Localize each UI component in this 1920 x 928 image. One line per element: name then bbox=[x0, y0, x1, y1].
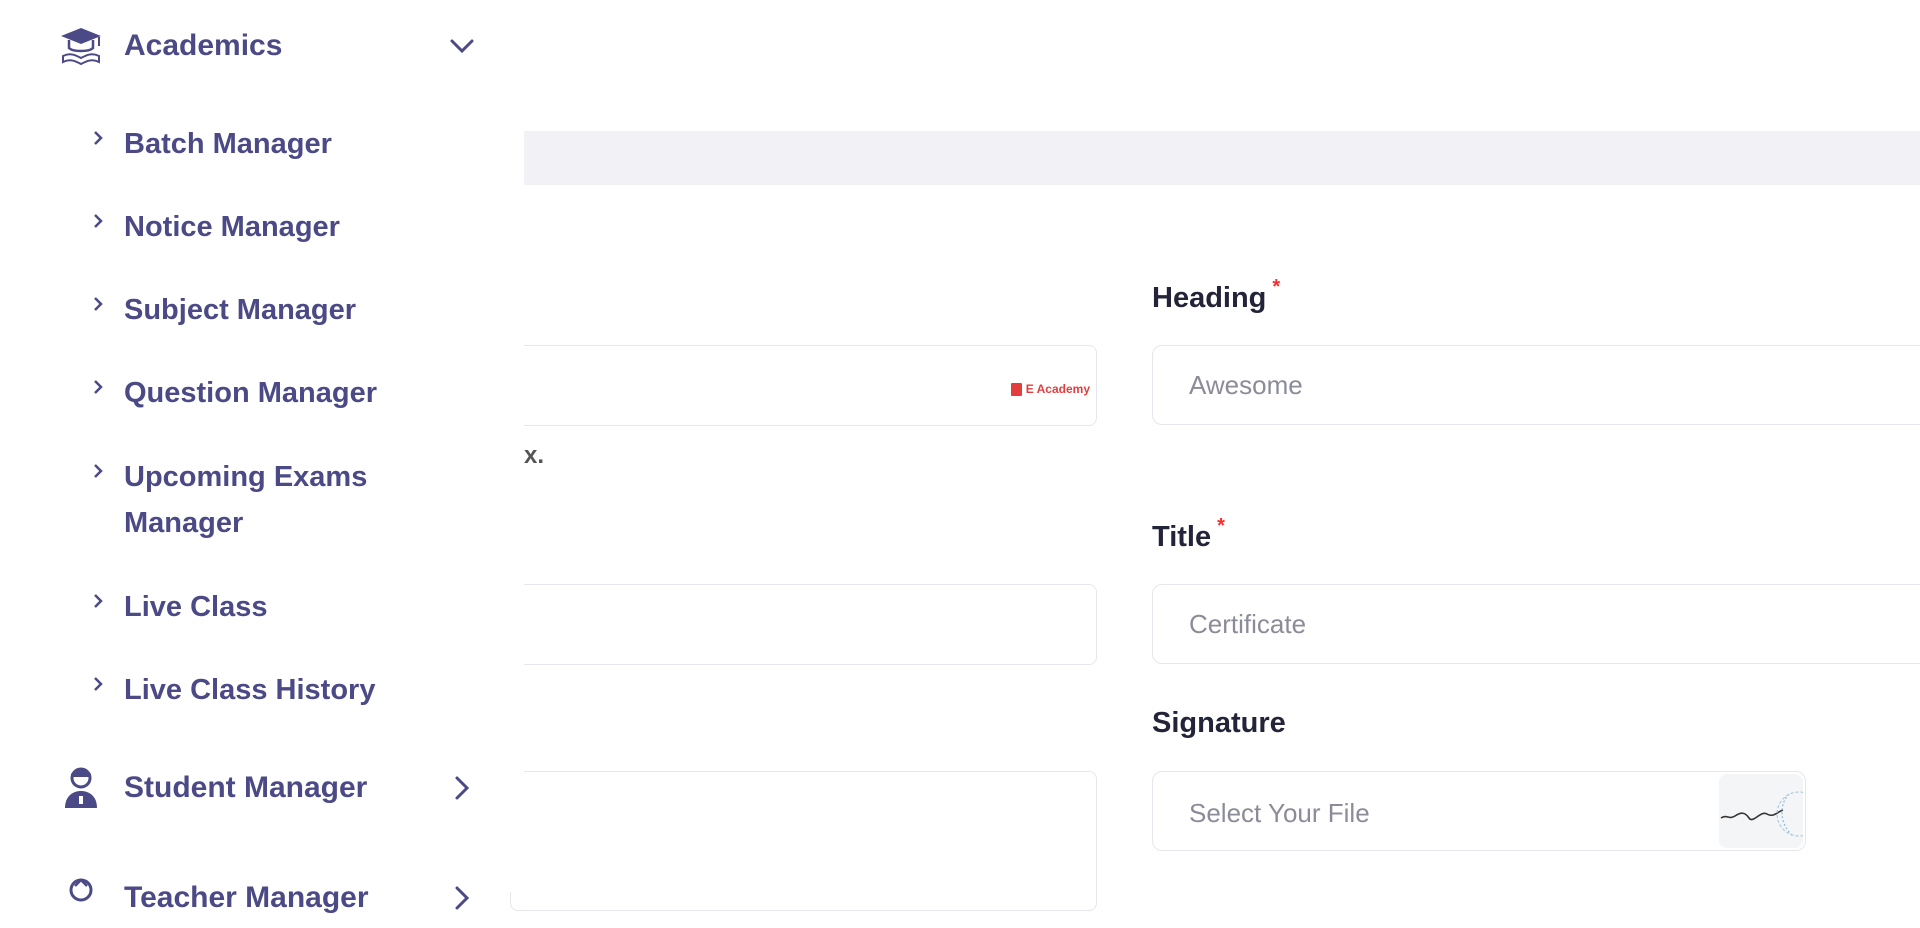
chevron-right-icon bbox=[88, 121, 108, 155]
brand-logo: E Academy bbox=[1010, 382, 1090, 396]
chevron-right-icon bbox=[88, 287, 108, 321]
sidebar-subitem-label: Live Class History bbox=[124, 674, 376, 706]
chevron-right-icon bbox=[88, 454, 108, 488]
left-field-3[interactable] bbox=[510, 771, 1097, 911]
signature-label: Signature bbox=[1152, 707, 1286, 739]
chevron-right-icon bbox=[88, 667, 108, 701]
heading-input[interactable] bbox=[1152, 345, 1920, 425]
brand-logo-text: E Academy bbox=[1025, 382, 1090, 396]
title-label-text: Title bbox=[1152, 521, 1212, 553]
sidebar-subitem-label: Question Manager bbox=[124, 377, 377, 409]
sidebar-item-label: Academics bbox=[124, 29, 283, 62]
teacher-icon bbox=[58, 875, 104, 921]
required-marker: * bbox=[1217, 515, 1225, 537]
required-marker: * bbox=[1272, 276, 1281, 298]
sidebar-item-academics[interactable]: Academics bbox=[58, 16, 478, 76]
signature-preview-image bbox=[1719, 774, 1803, 848]
heading-label-text: Heading bbox=[1152, 282, 1267, 314]
chevron-right-icon bbox=[88, 370, 108, 404]
sidebar-item-teacher-manager[interactable]: Teacher Manager bbox=[58, 868, 478, 928]
sidebar-subitem-label: Upcoming Exams Manager bbox=[124, 461, 368, 539]
student-icon bbox=[58, 765, 104, 811]
chevron-down-icon bbox=[446, 30, 478, 62]
signature-file-input[interactable]: Select Your File bbox=[1152, 771, 1806, 851]
sidebar-subitem-label: Subject Manager bbox=[124, 294, 357, 326]
chevron-right-icon bbox=[446, 882, 478, 914]
content-header-band bbox=[524, 131, 1920, 185]
sidebar-subitem-upcoming-exams-manager[interactable]: Upcoming Exams Manager bbox=[88, 454, 388, 546]
chevron-right-icon bbox=[446, 772, 478, 804]
title-input[interactable] bbox=[1152, 584, 1920, 664]
sidebar-subitem-label: Batch Manager bbox=[124, 128, 332, 160]
book-icon bbox=[1010, 382, 1022, 396]
logo-field[interactable]: E Academy bbox=[510, 345, 1097, 426]
sidebar-subitem-live-class[interactable]: Live Class bbox=[88, 584, 488, 630]
sidebar-subitem-notice-manager[interactable]: Notice Manager bbox=[88, 204, 488, 250]
sidebar-item-label: Student Manager bbox=[124, 771, 368, 804]
sidebar-subitem-label: Live Class bbox=[124, 591, 268, 623]
left-field-2[interactable] bbox=[510, 584, 1097, 665]
graduation-cap-icon bbox=[58, 23, 104, 69]
sidebar-item-label: Teacher Manager bbox=[124, 881, 369, 914]
field-hint: x. bbox=[524, 442, 545, 469]
sidebar: Academics Batch Manager Notice Manager S… bbox=[0, 0, 524, 914]
sidebar-subitem-live-class-history[interactable]: Live Class History bbox=[88, 667, 488, 713]
sidebar-subitem-label: Notice Manager bbox=[124, 211, 340, 243]
heading-label: Heading * bbox=[1152, 276, 1280, 315]
chevron-right-icon bbox=[88, 584, 108, 618]
file-placeholder: Select Your File bbox=[1189, 798, 1370, 828]
sidebar-subitem-subject-manager[interactable]: Subject Manager bbox=[88, 287, 488, 333]
sidebar-subitem-question-manager[interactable]: Question Manager bbox=[88, 370, 488, 416]
sidebar-item-student-manager[interactable]: Student Manager bbox=[58, 758, 478, 818]
sidebar-subitem-batch-manager[interactable]: Batch Manager bbox=[88, 121, 488, 167]
chevron-right-icon bbox=[88, 204, 108, 238]
title-label: Title * bbox=[1152, 515, 1225, 554]
